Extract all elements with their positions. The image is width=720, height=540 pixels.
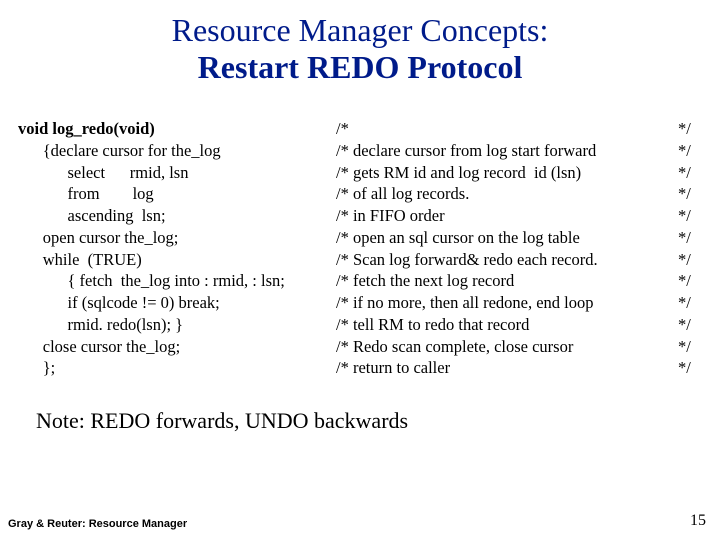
comment-close: */	[678, 270, 702, 292]
comment-line: /* declare cursor from log start forward	[336, 140, 678, 162]
comment-line: /* Redo scan complete, close cursor	[336, 336, 678, 358]
comment-line: /* fetch the next log record	[336, 270, 678, 292]
body: void log_redo(void) {declare cursor for …	[18, 118, 702, 379]
comment-end-column: */*/*/*/*/*/*/*/*/*/*/*/	[678, 118, 702, 379]
code-line: ascending lsn;	[18, 205, 328, 227]
comment-column: /*/* declare cursor from log start forwa…	[336, 118, 678, 379]
comment-close: */	[678, 162, 702, 184]
comment-close: */	[678, 314, 702, 336]
footer-left: Gray & Reuter: Resource Manager	[8, 518, 187, 530]
code-line: { fetch the_log into : rmid, : lsn;	[18, 270, 328, 292]
comment-line: /* return to caller	[336, 357, 678, 379]
title-line2: Restart REDO Protocol	[198, 49, 523, 85]
code-line: };	[18, 357, 328, 379]
code-line: open cursor the_log;	[18, 227, 328, 249]
slide-title: Resource Manager Concepts: Restart REDO …	[0, 0, 720, 86]
code-line: if (sqlcode != 0) break;	[18, 292, 328, 314]
comment-line: /* in FIFO order	[336, 205, 678, 227]
comment-line: /* Scan log forward& redo each record.	[336, 249, 678, 271]
page-number: 15	[690, 512, 706, 530]
note-text: Note: REDO forwards, UNDO backwards	[36, 408, 408, 434]
comment-close: */	[678, 118, 702, 140]
code-line: select rmid, lsn	[18, 162, 328, 184]
code-line: close cursor the_log;	[18, 336, 328, 358]
comment-line: /* if no more, then all redone, end loop	[336, 292, 678, 314]
comment-close: */	[678, 249, 702, 271]
code-line: void log_redo(void)	[18, 118, 328, 140]
code-line: {declare cursor for the_log	[18, 140, 328, 162]
comment-line: /*	[336, 118, 678, 140]
code-column: void log_redo(void) {declare cursor for …	[18, 118, 328, 379]
title-line1: Resource Manager Concepts:	[172, 12, 549, 48]
comment-close: */	[678, 292, 702, 314]
comment-close: */	[678, 357, 702, 379]
code-line: while (TRUE)	[18, 249, 328, 271]
comment-line: /* open an sql cursor on the log table	[336, 227, 678, 249]
comment-line: /* of all log records.	[336, 183, 678, 205]
code-line: rmid. redo(lsn); }	[18, 314, 328, 336]
comment-close: */	[678, 205, 702, 227]
comment-line: /* gets RM id and log record id (lsn)	[336, 162, 678, 184]
slide: Resource Manager Concepts: Restart REDO …	[0, 0, 720, 540]
comment-close: */	[678, 227, 702, 249]
comment-close: */	[678, 336, 702, 358]
code-line: from log	[18, 183, 328, 205]
comment-close: */	[678, 183, 702, 205]
comment-line: /* tell RM to redo that record	[336, 314, 678, 336]
comment-close: */	[678, 140, 702, 162]
